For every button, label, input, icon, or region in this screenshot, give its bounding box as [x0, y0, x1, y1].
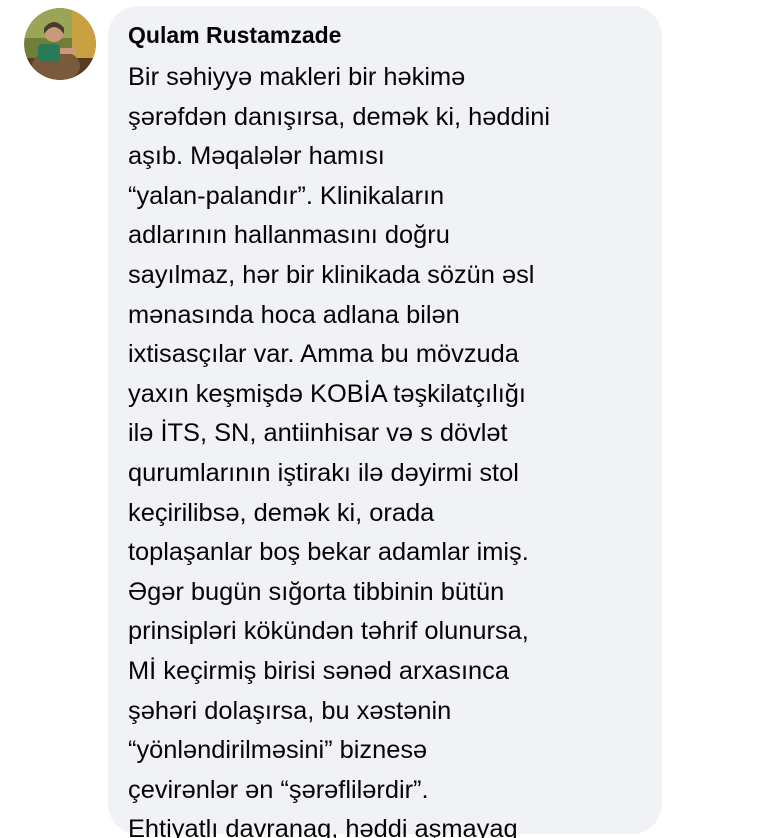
comment-line: Mİ keçirmiş birisi sənəd arxasınca — [128, 656, 509, 685]
comment-line: sayılmaz, hər bir klinikada sözün əsl — [128, 260, 535, 289]
comment-line: toplaşanlar boş bekar adamlar imiş. — [128, 538, 529, 567]
comment-bubble: Qulam Rustamzade Bir səhiyyə makleri bir… — [108, 6, 662, 838]
comment-line: ixtisasçılar var. Amma bu mövzuda — [128, 340, 519, 369]
comment-line: keçirilibsə, demək ki, orada — [128, 498, 435, 527]
comment-line: Bir səhiyyə makleri bir həkimə — [128, 63, 466, 91]
comment-text: Bir səhiyyə makleri bir həkimə şərəfdən … — [128, 58, 662, 838]
comment-line: Ehtiyatlı davranaq, həddi aşmayaq — [128, 815, 518, 838]
comment-line: ilə İTS, SN, antiinhisar və s dövlət — [128, 419, 508, 448]
comment-author-name[interactable]: Qulam Rustamzade — [128, 20, 662, 50]
comment-line: adlarının hallanmasını doğru — [128, 221, 450, 250]
comment-line: prinsipləri kökündən təhrif olunursa, — [128, 617, 529, 646]
comment-line: Əgər bugün sığorta tibbinin bütün — [128, 577, 505, 606]
avatar[interactable] — [24, 8, 96, 80]
comment-line: şəhəri dolaşırsa, bu xəstənin — [128, 696, 452, 725]
user-photo-avatar-icon — [24, 8, 96, 80]
comment-line: mənasında hoca adlana bilən — [128, 300, 460, 329]
comment-line: qurumlarının iştirakı ilə dəyirmi stol — [128, 458, 519, 487]
comment-line: yaxın keşmişdə KOBİA təşkilatçılığı — [128, 379, 526, 408]
comment-line: “yönləndirilməsini” biznesə — [128, 736, 428, 765]
comment-line: “yalan-palandır”. Klinikaların — [128, 181, 445, 210]
comment-line: aşıb. Məqalələr hamısı — [128, 142, 385, 171]
comment-line: çevirənlər ən “şərəflilərdir”. — [128, 775, 429, 804]
comment-line: şərəfdən danışırsa, demək ki, həddini — [128, 102, 551, 131]
